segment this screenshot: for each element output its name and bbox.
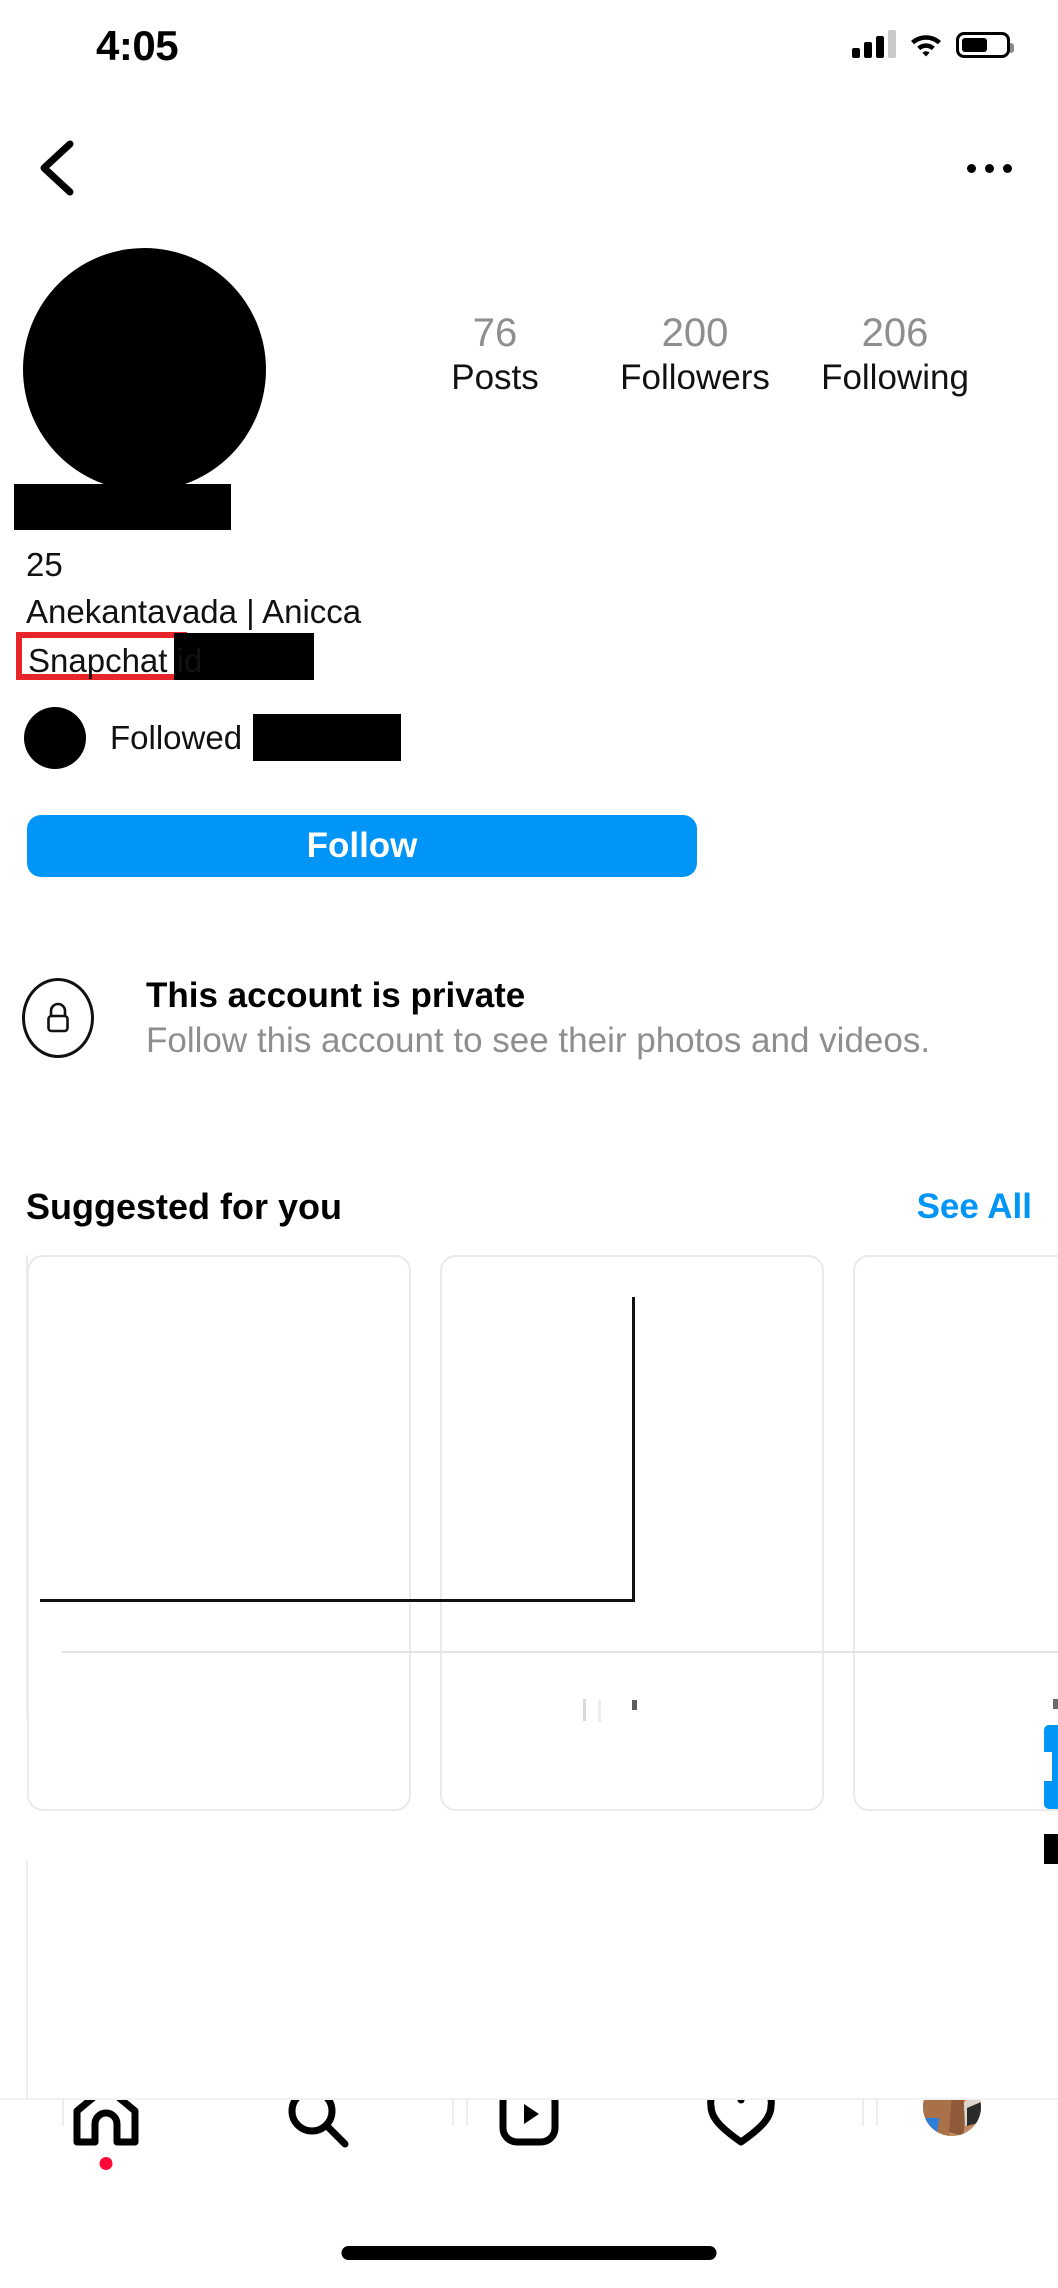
back-chevron-icon xyxy=(40,140,74,196)
tab-row xyxy=(0,2100,1058,2220)
battery-icon xyxy=(956,32,1014,58)
status-bar: 4:05 xyxy=(0,0,1058,92)
render-artifact-dot xyxy=(1053,1699,1058,1709)
stat-followers[interactable]: 200 Followers xyxy=(595,310,795,398)
suggested-section-header: Suggested for you See All xyxy=(26,1186,1032,1228)
home-notification-badge xyxy=(99,2157,113,2170)
tab-reels[interactable] xyxy=(423,2100,635,2220)
profile-avatar-icon xyxy=(923,2100,982,2136)
reels-icon xyxy=(499,2100,559,2146)
lock-icon xyxy=(22,978,94,1058)
render-artifact-tick xyxy=(598,1700,601,1722)
avatar[interactable] xyxy=(23,248,266,491)
followed-by-username-redaction xyxy=(253,714,401,761)
home-icon xyxy=(73,2100,139,2146)
render-artifact-divider xyxy=(62,1651,1058,1653)
render-artifact-dot xyxy=(632,1700,637,1710)
private-notice-title: This account is private xyxy=(146,976,526,1015)
followed-by-row[interactable]: Followed by xyxy=(24,706,401,770)
top-nav-bar xyxy=(0,128,1058,212)
bio-line-age: 25 xyxy=(26,546,63,583)
status-bar-indicators xyxy=(852,30,1014,58)
private-notice-subtitle: Follow this account to see their photos … xyxy=(146,1020,931,1060)
follower-avatar xyxy=(24,707,86,769)
more-options-icon xyxy=(1002,163,1012,173)
profile-stats: 76 Posts 200 Followers 206 Following xyxy=(395,310,995,398)
follow-button[interactable]: Follow xyxy=(27,815,697,877)
render-artifact-fragment xyxy=(1044,1834,1058,1864)
display-name-redaction xyxy=(14,484,231,530)
profile-bio: 25 Anekantavada | Anicca Snapchat id xyxy=(16,542,726,684)
activity-heart-icon xyxy=(706,2100,775,2146)
stat-following-label: Following xyxy=(821,358,969,398)
status-bar-time: 4:05 xyxy=(96,22,179,69)
offscreen-follow-button[interactable] xyxy=(1044,1725,1058,1809)
stat-following-value: 206 xyxy=(861,311,929,355)
tab-search[interactable] xyxy=(212,2100,424,2220)
suggested-title: Suggested for you xyxy=(26,1186,343,1227)
bottom-tab-bar xyxy=(0,2098,1058,2288)
wifi-icon xyxy=(911,35,941,57)
see-all-button[interactable]: See All xyxy=(917,1187,1032,1227)
more-options-icon xyxy=(984,163,994,173)
stat-posts-label: Posts xyxy=(451,358,539,398)
render-artifact-line xyxy=(26,1255,28,1715)
tab-profile[interactable] xyxy=(846,2100,1058,2220)
cellular-signal-icon xyxy=(852,30,896,58)
stat-posts-value: 76 xyxy=(472,311,518,355)
tab-home[interactable] xyxy=(0,2100,212,2220)
suggestion-card[interactable] xyxy=(853,1255,1058,1811)
home-indicator xyxy=(341,2246,717,2260)
instagram-profile-screen: 4:05 76 Posts 200 Followers 206 Followin… xyxy=(0,0,1058,2288)
snapchat-id-label: Snapchat id xyxy=(28,642,203,680)
bio-line-snapchat: Snapchat id xyxy=(16,632,726,684)
search-icon xyxy=(288,2100,349,2148)
stat-followers-value: 200 xyxy=(661,311,729,355)
private-notice-text: This account is private Follow this acco… xyxy=(146,974,930,1064)
render-artifact-tick xyxy=(583,1699,586,1721)
back-button[interactable] xyxy=(22,128,92,208)
render-artifact-rect xyxy=(40,1297,635,1602)
more-options-button[interactable] xyxy=(954,146,1024,190)
private-account-notice: This account is private Follow this acco… xyxy=(22,974,1022,1064)
stat-following[interactable]: 206 Following xyxy=(795,310,995,398)
stat-posts[interactable]: 76 Posts xyxy=(395,310,595,398)
stat-followers-label: Followers xyxy=(620,358,770,398)
tab-activity[interactable] xyxy=(635,2100,847,2220)
render-artifact-line xyxy=(26,1860,28,2120)
bio-line-tagline: Anekantavada | Anicca xyxy=(26,592,362,630)
more-options-icon xyxy=(966,163,976,173)
